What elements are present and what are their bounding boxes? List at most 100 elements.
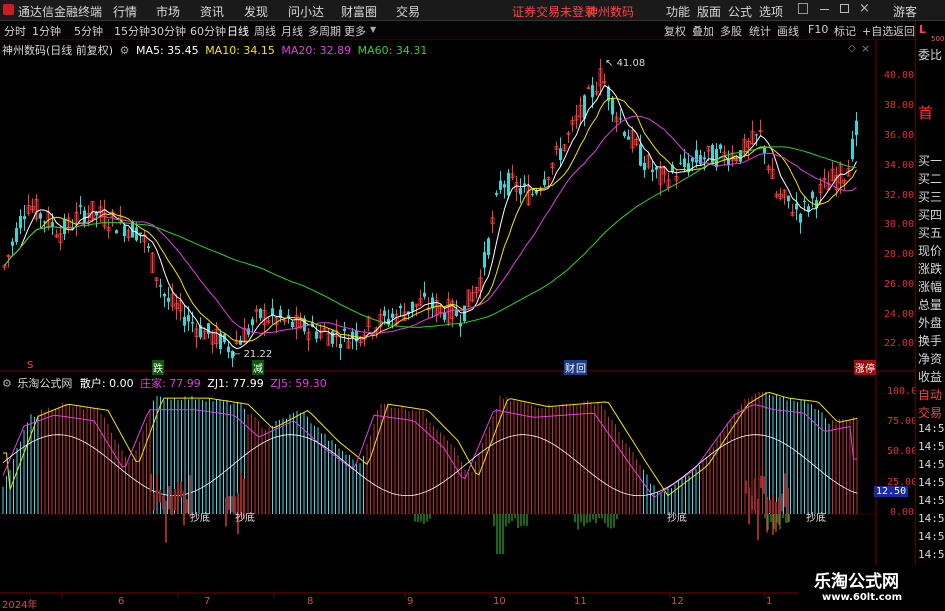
price-tick: 36.00 bbox=[884, 130, 915, 141]
panel-label: 买三 bbox=[918, 190, 943, 204]
action-biaoji[interactable]: 标记 bbox=[834, 23, 856, 39]
tick-time: 14:56 bbox=[918, 530, 945, 543]
more-dropdown-icon[interactable]: ▼ bbox=[370, 25, 376, 34]
main-chart-header: 神州数码(日线 前复权) ⚙ MA5: 35.45 MA10: 34.15 MA… bbox=[2, 42, 427, 58]
time-tick: 7 bbox=[204, 596, 211, 607]
period-60min[interactable]: 60分钟 bbox=[190, 23, 226, 39]
panel-label: 交易 bbox=[918, 406, 943, 420]
guest-label[interactable]: 游客 bbox=[893, 3, 917, 20]
time-tick: 6 bbox=[118, 596, 125, 607]
chart-title: 神州数码(日线 前复权) bbox=[2, 44, 114, 57]
settings-icon[interactable]: ⚙ bbox=[120, 44, 130, 57]
menu-gongshi[interactable]: 公式 bbox=[728, 3, 752, 20]
period-toolbar: 分时 1分钟 5分钟 15分钟 30分钟 60分钟 日线 周线 月线 多周期 更… bbox=[0, 21, 945, 40]
watermark-title: 乐淘公式网 bbox=[814, 572, 899, 592]
tick-time: 14:56 bbox=[918, 494, 945, 507]
panel-label: 换手 bbox=[918, 334, 943, 348]
period-daily[interactable]: 日线 bbox=[227, 23, 249, 39]
chart-close-icon[interactable]: × bbox=[861, 42, 870, 55]
weibi-label: 委比 bbox=[918, 48, 943, 62]
candlestick-chart[interactable] bbox=[0, 0, 945, 609]
time-tick: 12 bbox=[671, 596, 684, 607]
signal-chaodi: 抄底 bbox=[190, 513, 210, 524]
tick-time: 14:56 bbox=[918, 458, 945, 471]
indicator-sanhu: 散户: 0.00 bbox=[79, 377, 134, 390]
action-back[interactable]: 返回 bbox=[893, 23, 915, 39]
marker-jian[interactable]: 减 bbox=[252, 360, 264, 375]
menu-caifuquan[interactable]: 财富圈 bbox=[341, 3, 377, 20]
marker-s[interactable]: S bbox=[26, 360, 34, 371]
panel-label: 买二 bbox=[918, 172, 943, 186]
menu-hangqing[interactable]: 行情 bbox=[113, 3, 137, 20]
ma5-label: MA5: 35.45 bbox=[135, 44, 199, 57]
watermark-url: www.60lt.com bbox=[822, 592, 903, 603]
minimize-icon[interactable] bbox=[820, 9, 829, 10]
indicator-zj1: ZJ1: 77.99 bbox=[207, 377, 264, 390]
period-weekly[interactable]: 周线 bbox=[254, 23, 276, 39]
period-1min[interactable]: 1分钟 bbox=[32, 23, 61, 39]
tick-time: 14:56 bbox=[918, 512, 945, 525]
panel-label: 现价 bbox=[918, 244, 943, 258]
indicator-tick: 100.0 bbox=[887, 386, 918, 397]
indicator-settings-icon[interactable]: ⚙ bbox=[2, 377, 12, 390]
price-tick: 26.00 bbox=[884, 279, 915, 290]
period-30min[interactable]: 30分钟 bbox=[150, 23, 186, 39]
period-15min[interactable]: 15分钟 bbox=[114, 23, 150, 39]
period-monthly[interactable]: 月线 bbox=[281, 23, 303, 39]
indicator-name: 乐淘公式网 bbox=[17, 377, 73, 390]
period-fenshi[interactable]: 分时 bbox=[4, 23, 26, 39]
time-tick: 9 bbox=[407, 596, 414, 607]
panel-label: 买一 bbox=[918, 154, 943, 168]
menu-gongneng[interactable]: 功能 bbox=[666, 3, 690, 20]
tick-time: 14:56 bbox=[918, 440, 945, 453]
time-tick: 10 bbox=[493, 596, 506, 607]
action-add-watchlist[interactable]: +自选 bbox=[862, 23, 893, 39]
app-logo-icon bbox=[3, 4, 14, 15]
window-menu-icon[interactable] bbox=[798, 3, 808, 14]
price-tick: 32.00 bbox=[884, 190, 915, 201]
menu-zixun[interactable]: 资讯 bbox=[200, 3, 224, 20]
price-tick: 40.00 bbox=[884, 70, 915, 81]
login-notice[interactable]: 证券交易未登录 bbox=[512, 3, 596, 20]
time-tick: 11 bbox=[574, 596, 587, 607]
panel-label: 买四 bbox=[918, 208, 943, 222]
level-badge: L bbox=[919, 23, 927, 36]
action-duogu[interactable]: 多股 bbox=[720, 23, 742, 39]
ma20-label: MA20: 32.89 bbox=[281, 44, 352, 57]
indicator-tick: 75.00 bbox=[887, 416, 918, 427]
menu-banmian[interactable]: 版面 bbox=[697, 3, 721, 20]
panel-label: 总量 bbox=[918, 298, 943, 312]
action-fuquan[interactable]: 复权 bbox=[664, 23, 686, 39]
indicator-header: ⚙ 乐淘公式网 散户: 0.00 庄家: 77.99 ZJ1: 77.99 ZJ… bbox=[2, 375, 327, 391]
marker-die[interactable]: 跌 bbox=[152, 360, 164, 375]
menu-shichang[interactable]: 市场 bbox=[156, 3, 180, 20]
marker-ting[interactable]: 停 bbox=[864, 360, 876, 375]
signal-chaodi: 抄底 bbox=[235, 513, 255, 524]
action-diejia[interactable]: 叠加 bbox=[692, 23, 714, 39]
price-tick: 22.00 bbox=[884, 338, 915, 349]
tick-time: 14:56 bbox=[918, 476, 945, 489]
price-tick: 34.00 bbox=[884, 160, 915, 171]
shou-label: 首 bbox=[918, 104, 934, 122]
period-5min[interactable]: 5分钟 bbox=[74, 23, 103, 39]
site-watermark: 乐淘公式网 www.60lt.com bbox=[798, 565, 945, 609]
price-tick: 24.00 bbox=[884, 309, 915, 320]
menu-jiaoyi[interactable]: 交易 bbox=[396, 3, 420, 20]
time-tick: 8 bbox=[307, 596, 314, 607]
tick-time: 14:56 bbox=[918, 422, 945, 435]
menu-wenxiaoda[interactable]: 问小达 bbox=[288, 3, 324, 20]
menu-xuanxiang[interactable]: 选项 bbox=[759, 3, 783, 20]
maximize-icon[interactable] bbox=[840, 4, 849, 13]
period-more[interactable]: 更多 bbox=[344, 23, 366, 39]
period-multi[interactable]: 多周期 bbox=[308, 23, 341, 39]
action-tongji[interactable]: 统计 bbox=[749, 23, 771, 39]
action-f10[interactable]: F10 bbox=[808, 23, 828, 36]
panel-label: 买五 bbox=[918, 226, 943, 240]
panel-label: 净资 bbox=[918, 352, 943, 366]
marker-hui[interactable]: 回 bbox=[575, 360, 587, 375]
menu-bar: 通达信金融终端 行情 市场 资讯 发现 问小达 财富圈 交易 证券交易未登录 神… bbox=[0, 0, 945, 21]
action-huaxian[interactable]: 画线 bbox=[777, 23, 799, 39]
menu-faxian[interactable]: 发现 bbox=[244, 3, 268, 20]
close-icon[interactable]: × bbox=[859, 1, 870, 16]
chart-diamond-icon[interactable]: ◇ bbox=[848, 43, 856, 54]
